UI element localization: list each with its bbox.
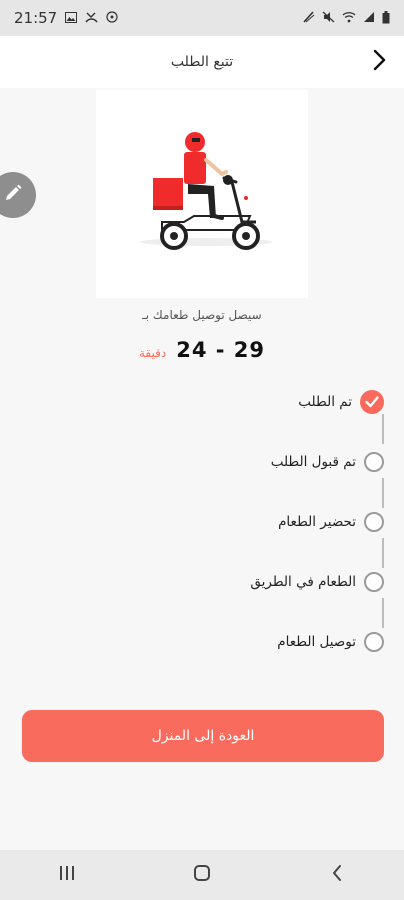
eta-unit: دقيقة — [138, 346, 167, 360]
timeline-step-label: تم قبول الطلب — [270, 454, 356, 470]
eta-value: 24 - 29 — [176, 338, 265, 362]
back-button[interactable] — [368, 49, 390, 75]
eta-label: سيصل توصيل طعامك بـ — [142, 308, 262, 322]
data-saver-icon — [302, 11, 315, 25]
whatsapp-icon — [106, 11, 118, 25]
system-nav-bar — [0, 850, 404, 900]
delivery-illustration-card — [96, 90, 308, 298]
status-circle-icon — [364, 452, 384, 472]
wifi-icon — [342, 11, 356, 25]
back-nav-button[interactable] — [317, 855, 357, 895]
battery-icon — [382, 10, 390, 26]
timeline-connector — [382, 478, 384, 508]
timeline-connector — [382, 538, 384, 568]
timeline-step-label: توصيل الطعام — [277, 634, 356, 650]
timeline-step-preparing: تحضير الطعام — [278, 512, 384, 532]
missed-call-icon — [85, 12, 98, 25]
back-to-home-button[interactable]: العودة إلى المنزل — [22, 710, 384, 762]
timeline-step-delivered: توصيل الطعام — [277, 632, 384, 652]
recent-apps-button[interactable] — [47, 855, 87, 895]
edit-button[interactable] — [0, 172, 36, 218]
mute-icon — [322, 11, 335, 25]
timeline-step-label: تم الطلب — [298, 394, 352, 410]
status-right — [302, 10, 390, 26]
timeline-step-label: الطعام في الطريق — [250, 574, 356, 590]
timeline-step-accepted: تم قبول الطلب — [271, 452, 384, 472]
timeline-step-ordered: تم الطلب — [298, 390, 384, 414]
app-header: تتبع الطلب — [0, 36, 404, 88]
gallery-icon — [65, 11, 78, 25]
chevron-right-icon — [372, 49, 386, 75]
status-circle-icon — [364, 572, 384, 592]
timeline-step-label: تحضير الطعام — [278, 514, 356, 530]
timeline-connector — [382, 414, 384, 444]
recent-apps-icon — [58, 865, 76, 885]
status-circle-icon — [364, 632, 384, 652]
status-time: 21:57 — [14, 9, 58, 27]
delivery-scooter-illustration — [140, 132, 272, 250]
page-title: تتبع الطلب — [170, 54, 234, 70]
status-circle-icon — [364, 512, 384, 532]
back-icon — [331, 864, 343, 886]
timeline-connector — [382, 598, 384, 628]
signal-icon — [363, 11, 375, 25]
home-nav-button[interactable] — [182, 855, 222, 895]
status-bar: 21:57 — [0, 0, 404, 36]
pencil-icon — [3, 183, 23, 207]
status-left: 21:57 — [14, 9, 118, 27]
home-icon — [193, 864, 211, 886]
check-icon — [360, 390, 384, 414]
eta-row: دقيقة 24 - 29 — [0, 338, 404, 362]
timeline-step-on-the-way: الطعام في الطريق — [250, 572, 384, 592]
order-status-timeline: تم الطلب تم قبول الطلب تحضير الطعام الطع… — [0, 388, 404, 668]
